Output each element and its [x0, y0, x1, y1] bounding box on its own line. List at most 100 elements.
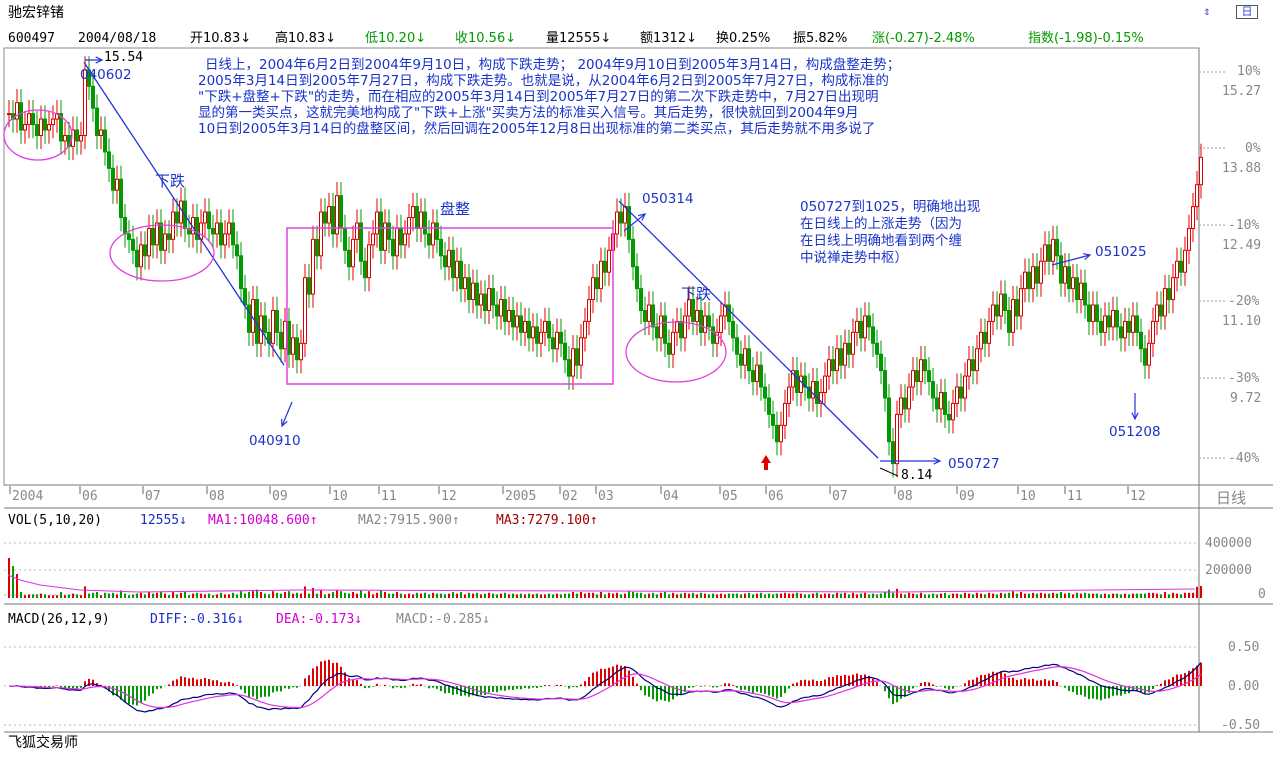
candle-body	[391, 238, 395, 257]
volume-bar	[976, 592, 978, 598]
volume-bar	[1104, 593, 1106, 598]
volume-bar	[1044, 593, 1046, 598]
volume-bar	[116, 594, 118, 598]
macd-bar	[572, 686, 574, 687]
time-axis-label: 06	[82, 489, 98, 504]
volume-bar	[840, 593, 842, 598]
macd-bar	[1104, 686, 1106, 699]
candle-body	[299, 342, 303, 361]
candle-body	[579, 337, 583, 366]
candle-body	[759, 364, 763, 388]
volume-bar	[632, 592, 634, 598]
volume-bar	[380, 590, 382, 598]
volume-bar	[352, 592, 354, 598]
candle-body	[707, 315, 711, 328]
macd-bar	[256, 686, 258, 700]
macd-bar	[396, 686, 398, 688]
candle-body	[639, 288, 643, 311]
candle-body	[1095, 304, 1099, 322]
macd-bar	[1080, 686, 1082, 695]
volume-bar	[1088, 593, 1090, 598]
period-toggle-button[interactable]: 日	[1236, 5, 1258, 19]
candle-body	[1191, 206, 1195, 229]
macd-bar	[492, 686, 494, 692]
time-axis-label: 2004	[12, 489, 44, 504]
time-axis-label: 09	[959, 489, 975, 504]
macd-title: MACD(26,12,9)	[8, 612, 110, 627]
candle-body	[623, 206, 627, 224]
macd-bar	[584, 681, 586, 686]
macd-bar	[928, 682, 930, 686]
candle-body	[283, 320, 287, 350]
candle-body	[139, 244, 143, 268]
volume-bar	[192, 593, 194, 598]
macd-bar	[1116, 686, 1118, 696]
vol-ma2: MA2:7915.900↑	[358, 513, 460, 528]
volume-bar	[260, 592, 262, 598]
volume-bar	[580, 592, 582, 598]
rise-note-line-1: 050727到1025，明确地出现	[800, 199, 981, 215]
macd-axis-2: 0.00	[1228, 679, 1260, 694]
candle-body	[503, 299, 507, 322]
macd-bar	[748, 686, 750, 692]
rise-note-line-3: 在日线上明确地看到两个缠	[800, 233, 962, 249]
macd-bar	[900, 686, 902, 699]
volume-bar	[1164, 592, 1166, 598]
volume-bar	[156, 592, 158, 598]
volume-bar	[900, 593, 902, 598]
volume-bar	[924, 594, 926, 598]
candle-body	[555, 331, 559, 350]
volume-bar	[316, 593, 318, 598]
candle-body	[835, 348, 839, 372]
candle-body	[907, 386, 911, 410]
candle-body	[999, 293, 1003, 317]
scroll-arrow-icon[interactable]: ⇕	[1198, 4, 1216, 18]
candle-body	[595, 277, 599, 290]
volume-bar	[912, 593, 914, 598]
volume-bar	[440, 593, 442, 598]
volume-bar	[852, 592, 854, 598]
volume-bar	[1196, 586, 1198, 598]
volume-bar	[252, 591, 254, 598]
volume-bar	[612, 593, 614, 598]
macd-bar	[1008, 677, 1010, 686]
candle-body	[731, 320, 735, 339]
candle-body	[607, 249, 611, 273]
candle-body	[135, 249, 139, 268]
volume-bar	[1176, 593, 1178, 598]
candle-body	[683, 315, 687, 339]
quote-amount: 额1312↓	[640, 31, 697, 46]
volume-bar	[932, 593, 934, 598]
candle-body	[1091, 304, 1095, 322]
volume-bar	[360, 590, 362, 598]
macd-bar	[480, 686, 482, 695]
macd-bar	[836, 675, 838, 686]
volume-bar	[1136, 593, 1138, 598]
macd-bar	[304, 678, 306, 686]
candle-body	[539, 331, 543, 344]
candle-body	[487, 288, 491, 311]
volume-bar	[428, 594, 430, 598]
candle-body	[7, 113, 11, 116]
candle-body	[475, 282, 479, 306]
macd-bar	[1012, 677, 1014, 686]
candle-body	[1199, 156, 1203, 186]
macd-bar	[968, 680, 970, 686]
macd-bar	[288, 686, 290, 689]
macd-bar	[52, 686, 54, 687]
candle-body	[47, 124, 51, 131]
volume-bar	[1076, 592, 1078, 598]
macd-bar	[444, 686, 446, 694]
volume-bar	[720, 593, 722, 598]
macd-bar	[524, 686, 526, 689]
candle-body	[331, 206, 335, 235]
macd-bar	[292, 686, 294, 688]
vol-axis-2: 200000	[1205, 563, 1252, 578]
volume-bar	[972, 594, 974, 598]
volume-bar	[1020, 592, 1022, 598]
macd-bar	[80, 686, 82, 688]
volume-bar	[532, 594, 534, 598]
volume-bar	[452, 592, 454, 598]
volume-bar	[588, 592, 590, 598]
macd-bar	[1160, 683, 1162, 686]
